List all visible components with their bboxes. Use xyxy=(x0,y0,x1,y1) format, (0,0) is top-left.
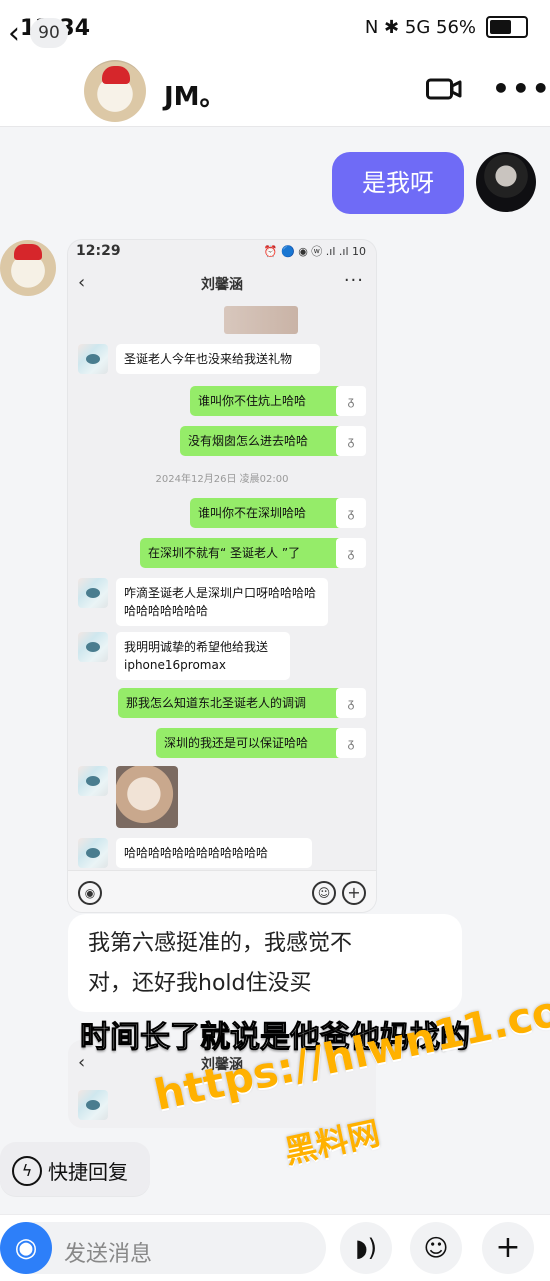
chat-header xyxy=(0,60,550,127)
lightning-icon: ϟ xyxy=(12,1156,42,1186)
screenshot-message: 我明明诚挚的希望他给我送iphone16promax xyxy=(116,632,290,680)
screenshot-avatar xyxy=(78,838,108,868)
more-icon[interactable]: ••• xyxy=(492,72,550,105)
screenshot-message: 哈哈哈哈哈哈哈哈哈哈哈哈 xyxy=(116,838,312,868)
contact-name[interactable]: JM。 xyxy=(164,76,226,113)
screenshot-message: 咋滴圣诞老人是深圳户口呀哈哈哈哈哈哈哈哈哈哈哈 xyxy=(116,578,328,626)
hat-icon xyxy=(102,66,130,84)
screenshot-header: ‹ 刘馨涵 ··· xyxy=(68,264,376,300)
screenshot-top-image xyxy=(224,306,298,334)
screenshot-more-icon: ··· xyxy=(343,270,364,291)
translate-icon: ᵹ xyxy=(336,728,366,758)
contact-avatar[interactable] xyxy=(84,60,146,122)
plus-icon[interactable]: + xyxy=(482,1222,534,1274)
message-input-placeholder: 发送消息 xyxy=(64,1242,153,1267)
back-button[interactable]: ‹ xyxy=(8,16,20,51)
battery-level xyxy=(490,20,512,34)
screenshot-message: 谁叫你不住炕上哈哈 xyxy=(190,386,346,416)
message-input-field[interactable] xyxy=(8,1222,326,1274)
screenshot-message: 深圳的我还是可以保证哈哈 xyxy=(156,728,346,758)
screenshot-status-bar: 12:29 ⏰ 🔵 ◉ ⓦ .ıl .ıl 10 xyxy=(68,240,376,264)
screenshot-status-icons: ⏰ 🔵 ◉ ⓦ .ıl .ıl 10 xyxy=(263,245,366,258)
status-right-text: N ✱ 5G 56% xyxy=(364,16,476,38)
screenshot-avatar xyxy=(78,766,108,796)
screenshot-avatar xyxy=(78,578,108,608)
shared-screenshot[interactable]: 12:29 ⏰ 🔵 ◉ ⓦ .ıl .ıl 10 ‹ 刘馨涵 ··· 圣诞老人今… xyxy=(68,240,376,912)
translate-icon: ᵹ xyxy=(336,538,366,568)
screenshot-message: 在深圳不就有“ 圣诞老人 ”了 xyxy=(140,538,346,568)
screenshot-title: 刘馨涵 xyxy=(201,277,243,293)
incoming-message-bubble[interactable]: 我第六感挺准的，我感觉不 对，还好我hold住没买 xyxy=(68,914,462,1012)
outgoing-message-bubble[interactable]: 是我呀 xyxy=(332,152,464,214)
contact-avatar-message[interactable] xyxy=(0,240,56,296)
my-avatar[interactable] xyxy=(476,152,536,212)
incoming-message-line: 我第六感挺准的，我感觉不 xyxy=(88,931,353,956)
screenshot-input-bar: ◉ ☺ + xyxy=(68,870,376,912)
translate-icon: ᵹ xyxy=(336,688,366,718)
incoming-message-line: 对，还好我hold住没买 xyxy=(88,971,312,996)
screenshot-time-divider: 2024年12月26日 凌晨02:00 xyxy=(155,474,289,485)
hat-icon xyxy=(14,244,42,260)
peek-avatar xyxy=(78,1090,108,1120)
screenshot-plus-icon: + xyxy=(342,881,366,905)
battery-icon xyxy=(486,16,528,38)
quick-reply-label: 快捷回复 xyxy=(48,1160,128,1184)
status-icons: N ✱ 5G 56% xyxy=(365,16,528,38)
unread-count-badge: 90 xyxy=(30,18,68,48)
screenshot-message: 圣诞老人今年也没来给我送礼物 xyxy=(116,344,320,374)
screenshot-avatar xyxy=(78,632,108,662)
camera-icon[interactable]: ◉ xyxy=(0,1222,52,1274)
screenshot-status-time: 12:29 xyxy=(76,243,121,259)
screenshot-emoji-icon: ☺ xyxy=(312,881,336,905)
translate-icon: ᵹ xyxy=(336,426,366,456)
voice-icon[interactable]: ◗) xyxy=(340,1222,392,1274)
video-call-icon[interactable] xyxy=(426,76,462,102)
translate-icon: ᵹ xyxy=(336,386,366,416)
screenshot-message: 没有烟囱怎么进去哈哈 xyxy=(180,426,346,456)
quick-reply-button[interactable]: ϟ 快捷回复 xyxy=(0,1142,150,1196)
screenshot-image-bear xyxy=(116,766,178,828)
screenshot-voice-icon: ◉ xyxy=(78,881,102,905)
screenshot-avatar xyxy=(78,344,108,374)
screenshot-message: 谁叫你不在深圳哈哈 xyxy=(190,498,346,528)
emoji-icon[interactable]: ☺ xyxy=(410,1222,462,1274)
translate-icon: ᵹ xyxy=(336,498,366,528)
screenshot-message: 那我怎么知道东北圣诞老人的调调 xyxy=(118,688,346,718)
